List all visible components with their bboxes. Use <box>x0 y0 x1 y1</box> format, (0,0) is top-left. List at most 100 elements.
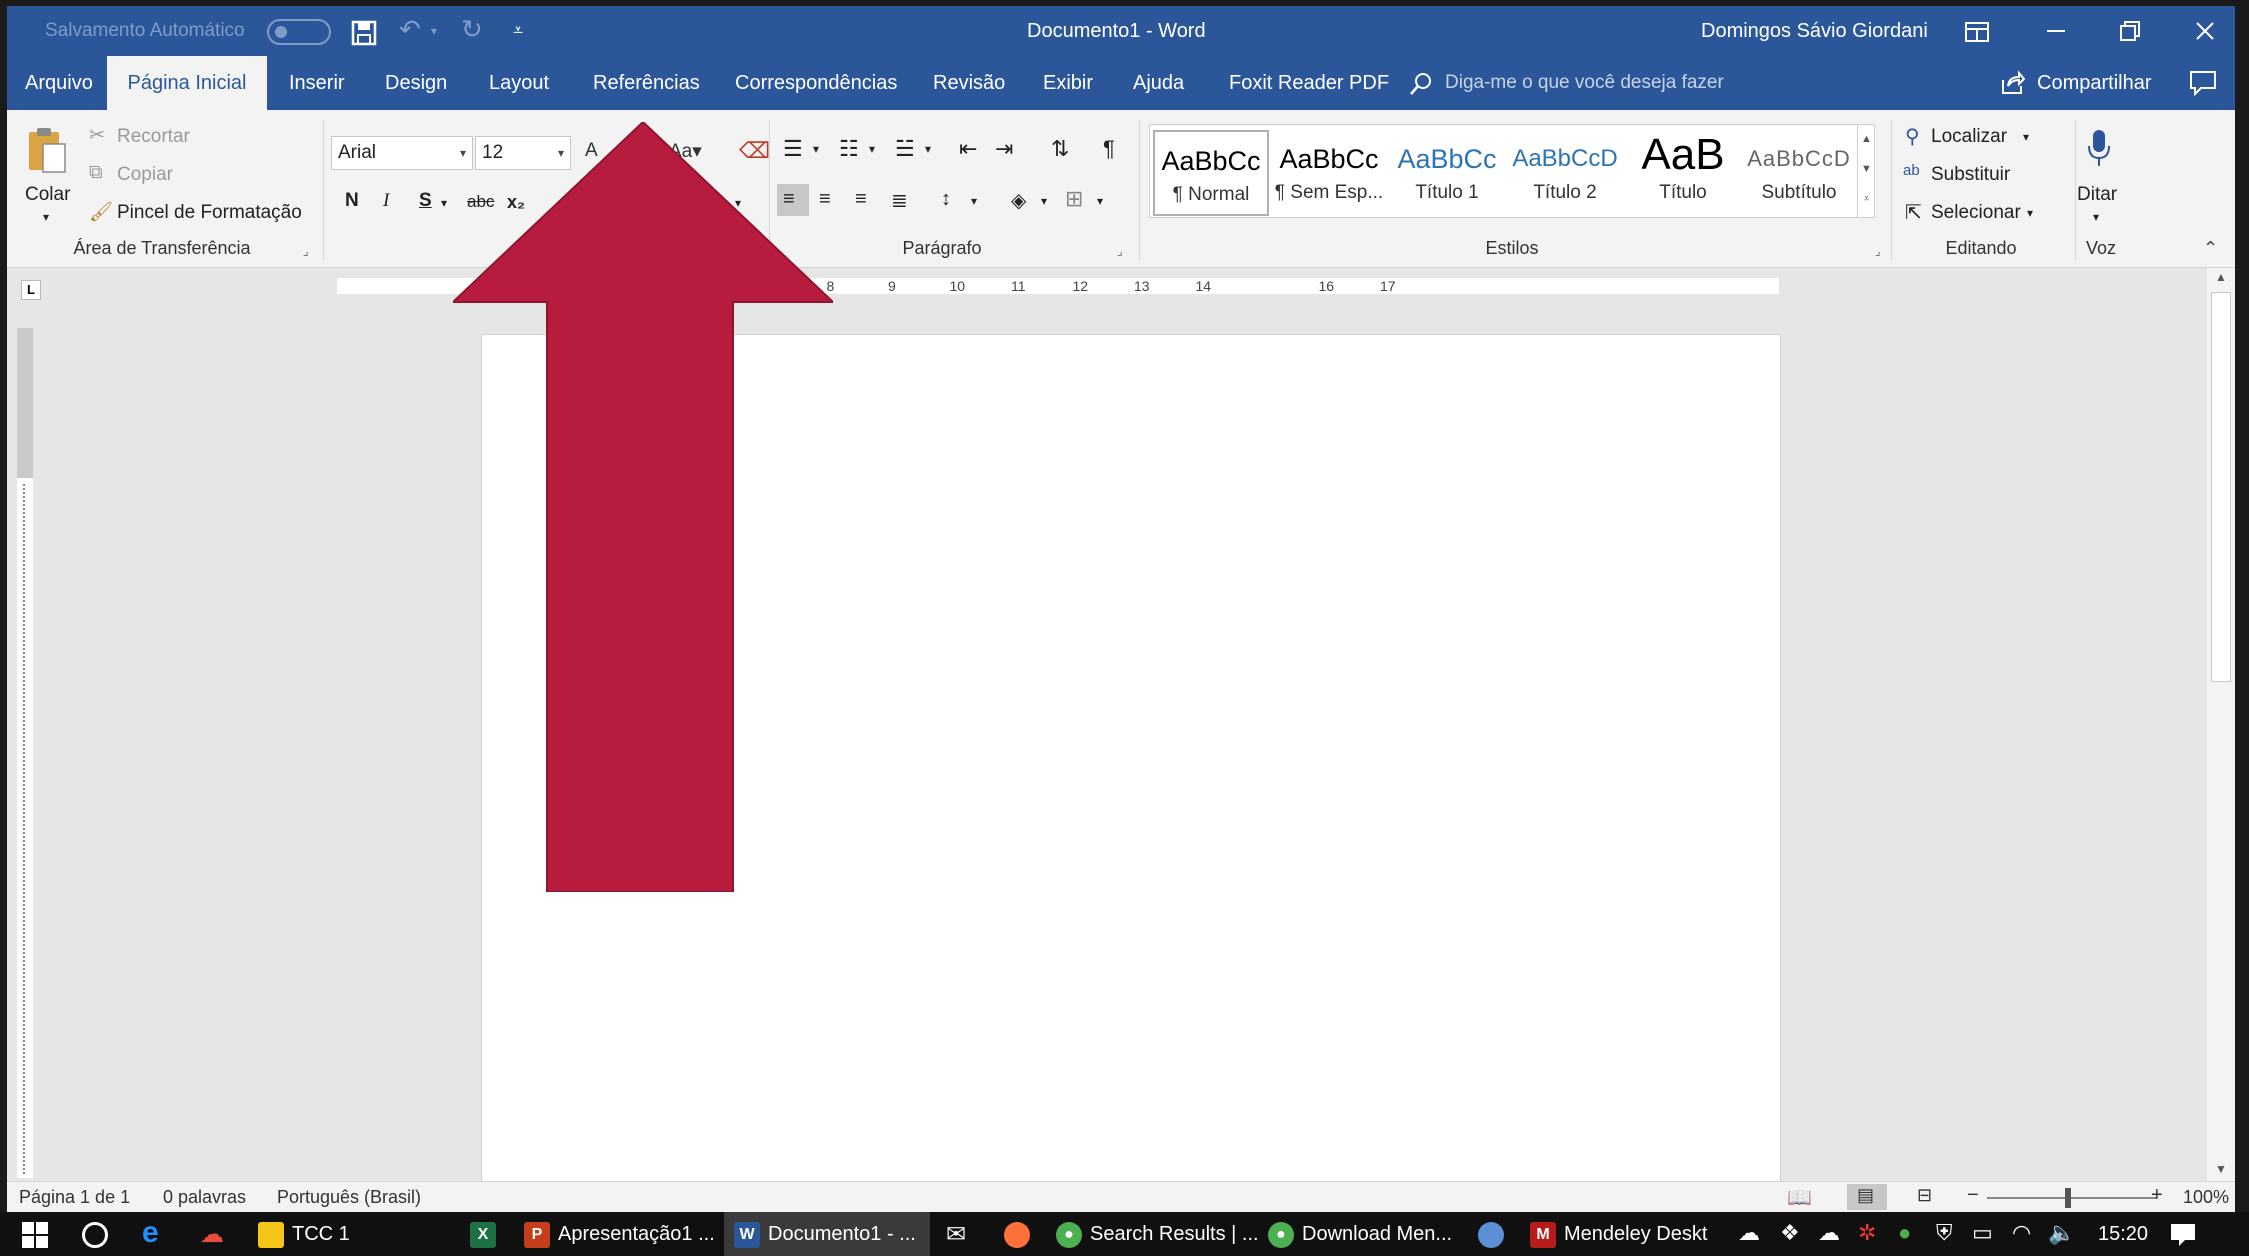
scroll-down-icon[interactable]: ▼ <box>2215 1162 2227 1176</box>
tray-chrome-icon[interactable]: ● <box>1898 1220 1911 1246</box>
shading-dropdown-icon[interactable]: ▾ <box>1041 194 1047 208</box>
paste-label[interactable]: Colar <box>25 184 70 206</box>
tray-app-icon[interactable]: ✲ <box>1858 1220 1876 1246</box>
zoom-slider[interactable] <box>1987 1197 2157 1199</box>
notifications-icon[interactable] <box>2170 1223 2196 1247</box>
windows-start-icon[interactable] <box>22 1222 48 1248</box>
collapse-ribbon-icon[interactable]: ⌃ <box>2203 238 2218 259</box>
language-status[interactable]: Português (Brasil) <box>277 1187 421 1208</box>
scroll-up-icon[interactable]: ▲ <box>2215 270 2227 284</box>
decrease-indent-icon[interactable]: ⇤ <box>959 136 977 162</box>
ribbon-display-options-icon[interactable] <box>1965 22 1989 42</box>
show-formatting-marks-icon[interactable]: ¶ <box>1103 136 1115 162</box>
bold-button[interactable]: N <box>345 190 359 212</box>
share-button[interactable]: Compartilhar <box>2037 72 2151 95</box>
taskbar-item-powerpoint[interactable]: P Apresentação1 ... <box>524 1212 715 1256</box>
line-spacing-icon[interactable]: ↕ <box>941 188 951 211</box>
find-button[interactable]: Localizar <box>1931 126 2007 148</box>
style-normal[interactable]: AaBbCc ¶ Normal <box>1153 130 1269 216</box>
taskbar-item-word[interactable]: W Documento1 - ... <box>724 1212 930 1256</box>
paste-icon[interactable] <box>25 124 69 174</box>
copy-icon[interactable]: ⧉ <box>89 162 103 184</box>
find-dropdown-icon[interactable]: ▾ <box>2023 130 2029 144</box>
zoom-slider-thumb[interactable] <box>2065 1188 2071 1208</box>
autosave-toggle[interactable] <box>267 19 331 45</box>
dictate-dropdown-icon[interactable]: ▾ <box>2093 210 2099 224</box>
zoom-out-icon[interactable]: − <box>1967 1184 1979 1207</box>
zoom-in-icon[interactable]: + <box>2151 1184 2163 1207</box>
select-button[interactable]: Selecionar <box>1931 202 2021 224</box>
font-name-combo[interactable]: Arial ▾ <box>331 136 473 170</box>
comments-icon[interactable] <box>2189 70 2217 96</box>
style-sem-espacamento[interactable]: AaBbCc ¶ Sem Esp... <box>1271 130 1387 216</box>
style-subtitulo[interactable]: AaBbCcD Subtítulo <box>1741 130 1857 216</box>
word-count[interactable]: 0 palavras <box>163 1187 246 1208</box>
paragraph-launcher-icon[interactable]: ⌟ <box>1117 244 1123 258</box>
scrollbar-thumb[interactable] <box>2211 292 2231 682</box>
multilevel-list-icon[interactable]: ☱ <box>895 136 915 162</box>
customize-toolbar-icon[interactable]: ⩡ <box>513 20 523 41</box>
tab-exibir[interactable]: Exibir <box>1031 56 1105 110</box>
wifi-icon[interactable]: ◠ <box>2012 1220 2031 1246</box>
sort-icon[interactable]: ⇅ <box>1051 136 1069 162</box>
minimize-icon[interactable] <box>2047 30 2065 32</box>
select-icon[interactable]: ⇱ <box>1905 200 1922 225</box>
user-name[interactable]: Domingos Sávio Giordani <box>1701 20 1928 43</box>
undo-icon[interactable]: ↶ <box>399 14 421 45</box>
taskbar-item-tcc1[interactable]: ▮ TCC 1 <box>258 1212 350 1256</box>
restore-icon[interactable] <box>2119 20 2141 42</box>
replace-button[interactable]: Substituir <box>1931 164 2010 186</box>
style-titulo[interactable]: AaB Título <box>1625 130 1741 216</box>
tab-design[interactable]: Design <box>373 56 459 110</box>
styles-launcher-icon[interactable]: ⌟ <box>1875 244 1881 258</box>
tab-correspondencias[interactable]: Correspondências <box>723 56 909 110</box>
save-icon[interactable] <box>351 20 377 46</box>
vertical-ruler[interactable] <box>17 328 33 1178</box>
redo-icon[interactable]: ↻ <box>461 14 483 45</box>
taskbar-item-mendeley[interactable]: M Mendeley Deskt <box>1530 1212 1707 1256</box>
tab-ajuda[interactable]: Ajuda <box>1121 56 1196 110</box>
firefox-icon[interactable] <box>1004 1222 1030 1248</box>
cut-button[interactable]: Recortar <box>117 126 190 148</box>
numbering-dropdown-icon[interactable]: ▾ <box>869 142 875 156</box>
app-icon[interactable]: ☁ <box>200 1220 224 1249</box>
borders-icon[interactable]: ⊞ <box>1065 186 1083 212</box>
dropbox-icon[interactable]: ❖ <box>1780 1220 1800 1246</box>
cortana-icon[interactable] <box>82 1222 108 1248</box>
format-painter-icon[interactable]: 🖌 <box>89 200 113 224</box>
clock[interactable]: 15:20 <box>2098 1212 2148 1256</box>
taskbar-item-chrome-search[interactable]: ● Search Results | ... <box>1056 1212 1259 1256</box>
borders-dropdown-icon[interactable]: ▾ <box>1097 194 1103 208</box>
select-dropdown-icon[interactable]: ▾ <box>2027 206 2033 220</box>
share-icon[interactable] <box>1999 70 2025 96</box>
clipboard-launcher-icon[interactable]: ⌟ <box>303 244 309 258</box>
tell-me-input[interactable]: Diga-me o que você deseja fazer <box>1445 72 1724 94</box>
tab-arquivo[interactable]: Arquivo <box>13 56 105 110</box>
taskbar-item-chrome-download[interactable]: ● Download Men... <box>1268 1212 1452 1256</box>
zoom-level[interactable]: 100% <box>2183 1187 2229 1208</box>
app-icon[interactable] <box>1478 1222 1504 1248</box>
microphone-icon[interactable] <box>2087 128 2111 168</box>
italic-button[interactable]: I <box>383 190 389 212</box>
style-titulo-2[interactable]: AaBbCcD Título 2 <box>1507 130 1623 216</box>
undo-dropdown-icon[interactable]: ▾ <box>431 24 437 38</box>
mail-icon[interactable]: ✉ <box>946 1220 966 1249</box>
justify-icon[interactable]: ≣ <box>891 188 908 213</box>
tab-pagina-inicial[interactable]: Página Inicial <box>107 56 267 110</box>
shading-icon[interactable]: ◈ <box>1011 188 1026 213</box>
close-icon[interactable] <box>2195 21 2215 41</box>
align-right-icon[interactable]: ≡ <box>855 188 867 211</box>
format-painter-button[interactable]: Pincel de Formatação <box>117 202 302 224</box>
increase-indent-icon[interactable]: ⇥ <box>995 136 1013 162</box>
security-icon[interactable]: ⛨ <box>1936 1220 1953 1246</box>
tab-layout[interactable]: Layout <box>477 56 561 110</box>
edge-icon[interactable]: e <box>142 1216 159 1250</box>
tab-selector-icon[interactable]: L <box>21 280 41 300</box>
volume-icon[interactable]: 🔈 <box>2048 1220 2075 1246</box>
find-icon[interactable]: ⚲ <box>1905 124 1920 149</box>
battery-icon[interactable]: ▭ <box>1972 1220 1993 1246</box>
replace-icon[interactable]: ab <box>1903 162 1920 179</box>
styles-scroll[interactable]: ▲ ▼ ⩡ <box>1857 124 1875 218</box>
read-mode-icon[interactable]: 📖 <box>1787 1185 1812 1210</box>
cut-icon[interactable]: ✂ <box>89 124 105 147</box>
